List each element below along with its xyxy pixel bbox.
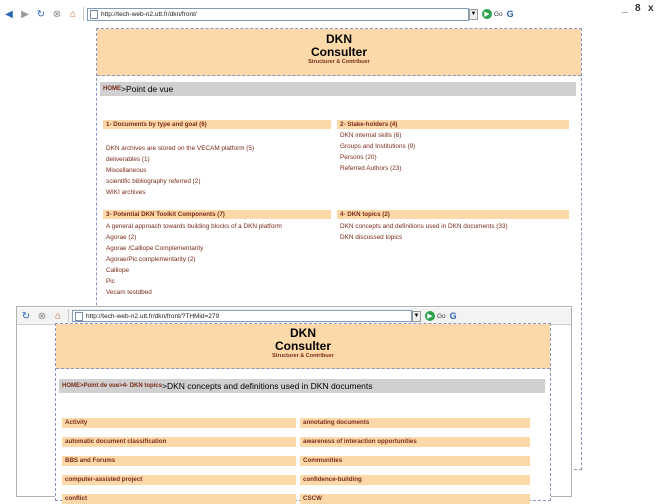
back-arrow-icon[interactable]: ◀ <box>2 7 16 21</box>
concept-link[interactable]: Communities <box>300 456 530 466</box>
breadcrumb-dkn-topics-link[interactable]: >4- DKN topics <box>119 383 162 389</box>
concept-link[interactable]: annotating documents <box>300 418 530 428</box>
concept-link[interactable]: Activity <box>62 418 296 428</box>
list-item[interactable]: Pic <box>106 278 115 285</box>
list-item[interactable]: Miscellaneous <box>106 167 147 174</box>
site-title-line1: DKN <box>290 326 316 340</box>
site-header: DKN Consulter Structurer & Contribuer <box>97 29 581 76</box>
breadcrumb-current: >Point de vue <box>121 84 174 94</box>
address-dropdown-button[interactable]: ▼ <box>412 310 421 322</box>
refresh-icon[interactable]: ↻ <box>19 309 33 323</box>
site-subtitle: Structurer & Contribuer <box>308 59 370 66</box>
breadcrumb: HOME >Point de vue <box>100 82 576 96</box>
concept-link[interactable]: awareness of interaction opportunities <box>300 437 530 447</box>
stop-icon[interactable]: ⊗ <box>35 309 49 323</box>
address-dropdown-button[interactable]: ▼ <box>469 8 478 20</box>
list-item[interactable]: Groups and Institutions (9) <box>340 143 415 150</box>
breadcrumb-home-link[interactable]: HOME <box>62 383 80 389</box>
concept-link[interactable]: computer-assisted project <box>62 475 296 485</box>
front-browser-window: ↻ ⊗ ⌂ http://tech-web-n2.utt.fr/dkn/fron… <box>16 306 572 504</box>
list-item[interactable]: A general approach towards building bloc… <box>106 223 282 230</box>
concept-link[interactable]: CSCW <box>300 494 530 504</box>
site-title-line2: Consulter <box>310 45 367 60</box>
list-item[interactable]: scientific bibliography referred (2) <box>106 178 200 185</box>
list-item[interactable]: Agorae (2) <box>106 234 136 241</box>
list-item[interactable]: WIKI archives <box>106 189 145 196</box>
close-button[interactable]: x <box>648 3 654 14</box>
search-engine-icon[interactable]: G <box>450 311 460 321</box>
search-engine-icon[interactable]: G <box>507 9 517 19</box>
maximize-button[interactable]: 8 <box>635 3 641 14</box>
site-title-line2: Consulter <box>274 339 331 354</box>
address-bar[interactable]: http://tech-web-n2.utt.fr/dkn/front/?THM… <box>72 310 412 322</box>
address-url: http://tech-web-n2.utt.fr/dkn/front/ <box>101 10 197 18</box>
list-item[interactable]: Agorae /Calliope Complementarity <box>106 245 203 252</box>
go-icon[interactable]: ▶ <box>425 311 435 321</box>
toolbar-divider <box>83 7 84 21</box>
refresh-icon[interactable]: ↻ <box>34 7 48 21</box>
breadcrumb-point-de-vue-link[interactable]: >Point de vue <box>80 383 119 389</box>
go-button-label[interactable]: Go <box>437 313 446 320</box>
home-icon[interactable]: ⌂ <box>66 7 80 21</box>
list-item[interactable]: Persons (20) <box>340 154 377 161</box>
minimize-button[interactable]: _ <box>622 3 628 14</box>
go-button-label[interactable]: Go <box>494 11 503 18</box>
site-subtitle: Structurer & Contribuer <box>272 353 334 360</box>
stop-icon[interactable]: ⊗ <box>50 7 64 21</box>
list-item[interactable]: DKN concepts and definitions used in DKN… <box>340 223 508 230</box>
address-bar[interactable]: http://tech-web-n2.utt.fr/dkn/front/ <box>87 7 469 21</box>
site-title-line1: DKN <box>326 32 352 46</box>
breadcrumb-current: >DKN concepts and definitions used in DK… <box>162 381 373 391</box>
list-item[interactable]: Referred Authors (23) <box>340 165 401 172</box>
toolbar-divider <box>68 309 69 323</box>
page-icon <box>75 311 83 321</box>
go-icon[interactable]: ▶ <box>482 9 492 19</box>
list-item[interactable]: Calliope <box>106 267 129 274</box>
breadcrumb-home-link[interactable]: HOME <box>103 86 121 92</box>
list-item[interactable]: Vecam testdbed <box>106 289 152 296</box>
list-item[interactable]: DKN internal skills (6) <box>340 132 401 139</box>
site-header: DKN Consulter Structurer & Contribuer <box>56 324 550 369</box>
page-icon <box>90 9 98 19</box>
home-icon[interactable]: ⌂ <box>51 309 65 323</box>
concept-link[interactable]: automatic document classification <box>62 437 296 447</box>
list-item[interactable]: DKN archives are stored on the VECAM pla… <box>106 145 254 152</box>
breadcrumb: HOME >Point de vue >4- DKN topics >DKN c… <box>59 379 545 393</box>
list-item[interactable]: DKN discussed topics <box>340 234 402 241</box>
forward-arrow-icon[interactable]: ▶ <box>18 7 32 21</box>
section-topics-heading[interactable]: 4- DKN topics (2) <box>337 210 569 219</box>
concept-link[interactable]: conflict <box>62 494 296 504</box>
list-item[interactable]: deliverables (1) <box>106 156 150 163</box>
back-browser-toolbar: ◀ ▶ ↻ ⊗ ⌂ http://tech-web-n2.utt.fr/dkn/… <box>0 4 662 24</box>
section-stakeholders-heading[interactable]: 2- Stake-holders (4) <box>337 120 569 129</box>
concept-link[interactable]: BBS and Forums <box>62 456 296 466</box>
address-url: http://tech-web-n2.utt.fr/dkn/front/?THM… <box>86 312 220 320</box>
section-toolkit-heading[interactable]: 3- Potential DKN Toolkit Components (7) <box>103 210 331 219</box>
concept-link[interactable]: confidence-building <box>300 475 530 485</box>
front-page-frame: DKN Consulter Structurer & Contribuer HO… <box>55 323 551 504</box>
section-documents-heading[interactable]: 1- Documents by type and goal (6) <box>103 120 331 129</box>
list-item[interactable]: Agorae/Pic complementarity (2) <box>106 256 196 263</box>
